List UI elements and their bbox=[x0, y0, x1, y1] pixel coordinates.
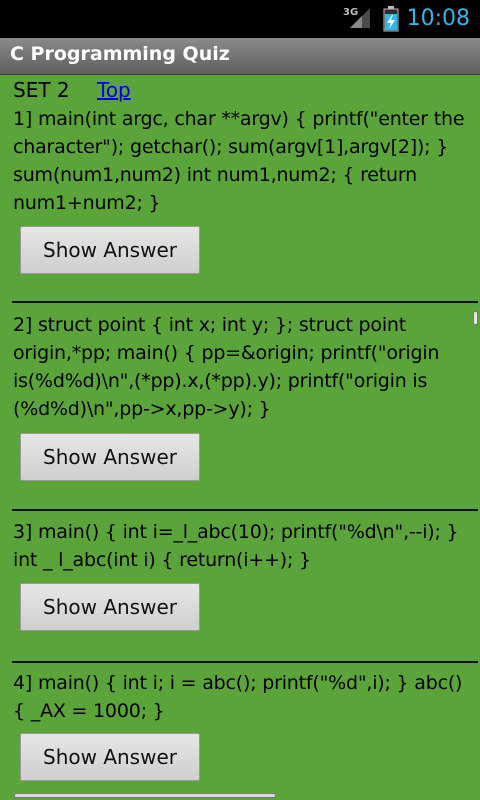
battery-charging-icon bbox=[383, 6, 399, 32]
app-title: C Programming Quiz bbox=[10, 43, 230, 65]
question-4: 4] main() { int i; i = abc(); printf("%d… bbox=[13, 672, 463, 722]
top-link[interactable]: Top bbox=[97, 77, 131, 103]
set-label: SET 2 bbox=[13, 78, 70, 102]
network-type-label: 3G bbox=[343, 7, 359, 18]
vertical-scrollbar[interactable] bbox=[473, 311, 478, 325]
status-bar: 3G 10:08 bbox=[0, 0, 480, 38]
horizontal-scrollbar[interactable] bbox=[14, 793, 276, 798]
separator-1 bbox=[12, 301, 478, 303]
quiz-content[interactable]: SET 2 Top 1] main(int argc, char **argv)… bbox=[0, 75, 480, 800]
show-answer-button-2[interactable]: Show Answer bbox=[20, 433, 200, 481]
separator-2 bbox=[12, 509, 478, 511]
separator-3 bbox=[12, 661, 478, 663]
show-answer-button-1[interactable]: Show Answer bbox=[20, 226, 200, 274]
app-title-bar: C Programming Quiz bbox=[0, 38, 480, 75]
question-3: 3] main() { int i=_l_abc(10); printf("%d… bbox=[13, 521, 459, 571]
show-answer-button-4[interactable]: Show Answer bbox=[20, 733, 200, 781]
show-answer-button-3[interactable]: Show Answer bbox=[20, 583, 200, 631]
question-1: 1] main(int argc, char **argv) { printf(… bbox=[13, 108, 465, 214]
question-2: 2] struct point { int x; int y; }; struc… bbox=[13, 314, 440, 420]
clock: 10:08 bbox=[406, 6, 470, 31]
